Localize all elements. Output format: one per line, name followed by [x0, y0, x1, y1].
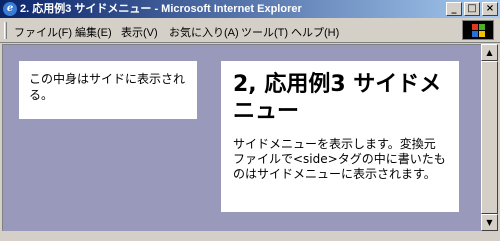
title-bar[interactable]: e 2. 応用例3 サイドメニュー - Microsoft Internet E…	[0, 0, 500, 18]
window-title: 2. 応用例3 サイドメニュー - Microsoft Internet Exp…	[20, 3, 302, 15]
page-heading: 2, 応用例3 サイドメニュー	[233, 72, 442, 124]
menu-favorites[interactable]: お気に入り(A)	[169, 24, 239, 40]
windows-logo-throbber	[462, 20, 494, 40]
menu-view[interactable]: 表示(V)	[121, 24, 158, 40]
side-menu-text: この中身はサイドに表示される。	[29, 72, 186, 102]
maximize-button[interactable]: □	[464, 2, 480, 16]
menu-bar: ファイル(F) 編集(E) 表示(V) お気に入り(A) ツール(T) ヘルプ(…	[0, 18, 500, 43]
browser-window: e 2. 応用例3 サイドメニュー - Microsoft Internet E…	[0, 0, 500, 241]
status-bar	[0, 231, 500, 241]
scroll-up-button[interactable]: ▲	[481, 44, 498, 61]
scroll-down-button[interactable]: ▼	[481, 214, 498, 231]
page-body-text: サイドメニューを表示します。変換元ファイルで<side>タグの中に書いたものはサ…	[233, 137, 446, 181]
menu-file[interactable]: ファイル(F)	[14, 24, 72, 40]
side-menu-box: この中身はサイドに表示される。	[19, 61, 197, 119]
vertical-scrollbar[interactable]: ▲ ▼	[481, 44, 498, 231]
minimize-button[interactable]: _	[446, 2, 462, 16]
menu-help[interactable]: ヘルプ(H)	[291, 24, 339, 40]
menu-edit[interactable]: 編集(E)	[75, 24, 112, 40]
page-viewport: この中身はサイドに表示される。 2, 応用例3 サイドメニュー サイドメニューを…	[2, 44, 481, 231]
internet-explorer-icon: e	[3, 2, 17, 16]
toolbar-grip[interactable]	[4, 22, 7, 39]
scrollbar-thumb[interactable]	[481, 61, 498, 214]
main-content-box: 2, 応用例3 サイドメニュー サイドメニューを表示します。変換元ファイルで<s…	[221, 61, 459, 212]
menu-tools[interactable]: ツール(T)	[241, 24, 288, 40]
windows-flag-icon	[472, 24, 486, 37]
close-button[interactable]: ×	[482, 2, 498, 16]
